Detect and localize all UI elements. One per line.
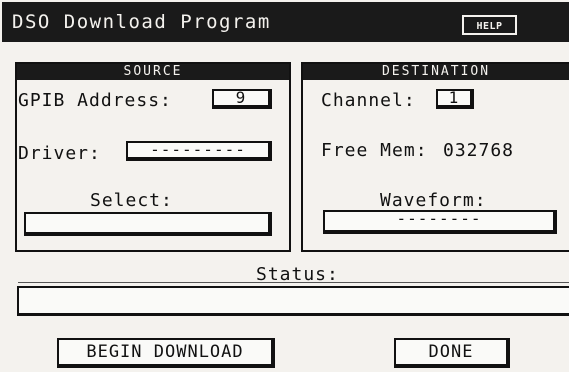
waveform-field[interactable]: -------- [323,210,557,234]
waveform-label: Waveform: [380,190,487,211]
dso-download-window: DSO Download Program HELP SOURCE GPIB Ad… [0,0,569,372]
status-divider [18,282,569,283]
driver-label: Driver: [18,143,101,164]
help-button[interactable]: HELP [462,15,517,35]
free-mem-label: Free Mem: [321,140,428,161]
window-title: DSO Download Program [12,11,271,33]
driver-field[interactable]: --------- [126,141,272,161]
select-label: Select: [90,190,173,211]
source-heading: SOURCE [17,64,289,80]
free-mem-value: 032768 [443,140,515,161]
gpib-address-field[interactable]: 9 [212,89,272,109]
select-field[interactable] [24,212,272,236]
gpib-address-label: GPIB Address: [18,90,172,111]
channel-label: Channel: [321,90,416,111]
title-bar: DSO Download Program HELP [2,2,569,42]
status-field [17,286,569,316]
begin-download-button[interactable]: BEGIN DOWNLOAD [57,338,275,368]
destination-heading: DESTINATION [303,64,569,80]
done-button[interactable]: DONE [394,338,510,368]
channel-field[interactable]: 1 [436,89,474,109]
